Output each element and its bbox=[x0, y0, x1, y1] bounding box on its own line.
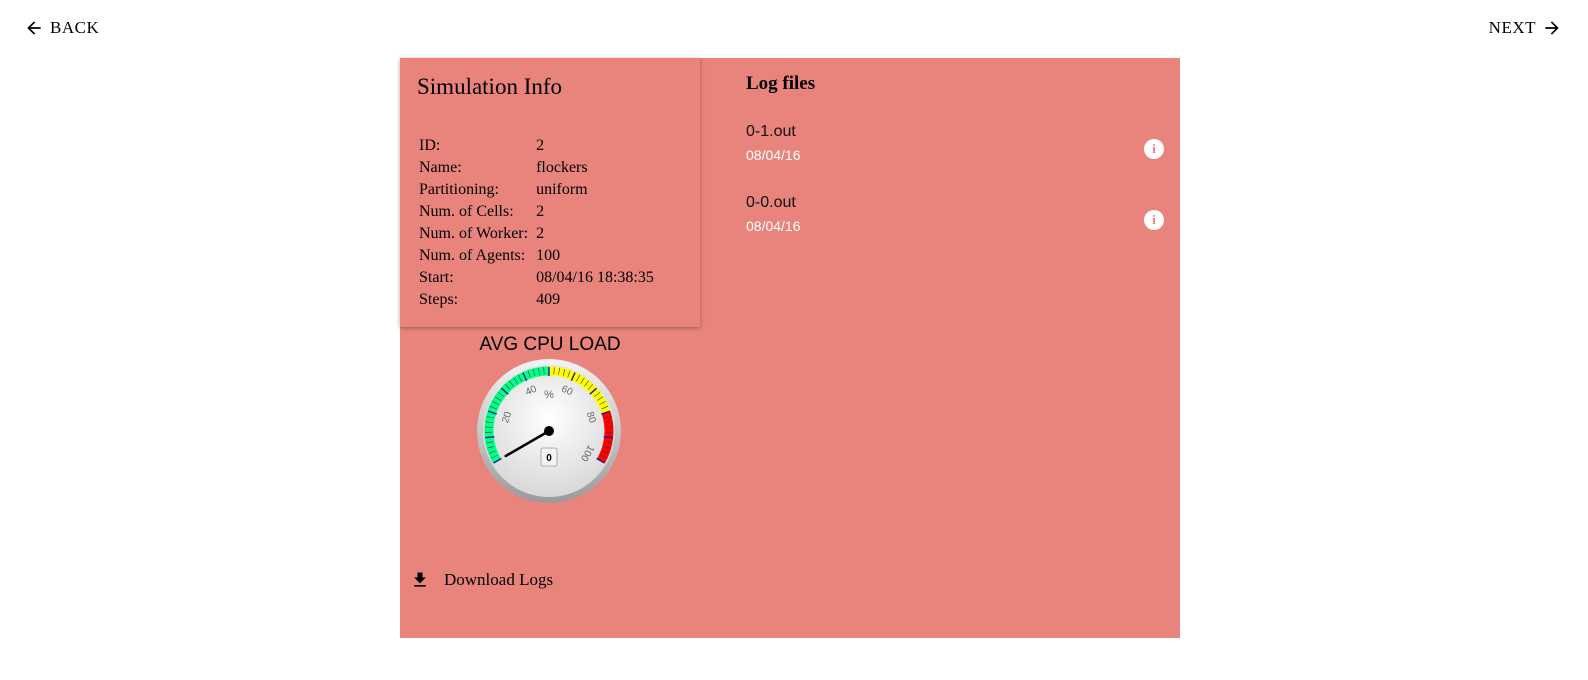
simulation-panel: Simulation Info ID: 2 Name: flockers Parti… bbox=[400, 58, 1180, 638]
info-value: 409 bbox=[536, 291, 561, 308]
info-row-agents: Num. of Agents: 100 bbox=[417, 245, 660, 267]
gauge-tick bbox=[485, 436, 495, 439]
gauge-unit: % bbox=[544, 389, 554, 401]
gauge-tick bbox=[603, 436, 613, 439]
log-file-item[interactable]: 0-1.out 08/04/16 i bbox=[746, 123, 1164, 175]
info-title: Simulation Info bbox=[417, 74, 563, 99]
log-files-heading: Log files bbox=[746, 73, 816, 94]
info-label: Name: bbox=[419, 159, 462, 176]
back-button[interactable]: BACK bbox=[24, 18, 99, 38]
arrow-right-icon bbox=[1545, 21, 1559, 35]
info-row-start: Start: 08/04/16 18:38:35 bbox=[417, 267, 660, 289]
log-file-name: 0-0.out bbox=[746, 194, 796, 211]
download-icon bbox=[414, 572, 426, 587]
info-row-cells: Num. of Cells: 2 bbox=[417, 201, 660, 223]
gauge-value: 0 bbox=[546, 453, 552, 464]
next-button[interactable]: NEXT bbox=[1489, 18, 1562, 38]
back-label: BACK bbox=[50, 18, 100, 37]
info-label: Start: bbox=[419, 269, 454, 286]
info-row-id: ID: 2 bbox=[417, 135, 660, 157]
info-value: 2 bbox=[536, 225, 545, 242]
log-file-date: 08/04/16 bbox=[746, 218, 801, 234]
download-label: Download Logs bbox=[444, 570, 554, 589]
info-value: 2 bbox=[536, 137, 545, 154]
info-icon[interactable]: i bbox=[1144, 139, 1164, 159]
download-logs-button[interactable]: Download Logs bbox=[410, 570, 553, 590]
info-value: 2 bbox=[536, 203, 545, 220]
next-label: NEXT bbox=[1488, 18, 1536, 37]
cpu-load-gauge: 2040 6080100 % 0 bbox=[477, 359, 621, 503]
info-value: 100 bbox=[536, 247, 561, 264]
info-label: Num. of Cells: bbox=[419, 203, 514, 220]
gauge-title: AVG CPU LOAD bbox=[479, 334, 621, 355]
simulation-info-card: Simulation Info ID: 2 Name: flockers Parti… bbox=[400, 58, 700, 327]
gauge-needle-hub bbox=[544, 426, 554, 436]
log-file-date: 08/04/16 bbox=[746, 147, 801, 163]
info-label: ID: bbox=[419, 137, 441, 154]
info-value: 08/04/16 18:38:35 bbox=[536, 269, 654, 286]
info-row-name: Name: flockers bbox=[417, 157, 660, 179]
arrow-left-icon bbox=[27, 21, 41, 35]
info-table: ID: 2 Name: flockers Partitioning: uniform … bbox=[417, 135, 660, 311]
info-row-steps: Steps: 409 bbox=[417, 289, 660, 311]
info-row-workers: Num. of Worker: 2 bbox=[417, 223, 660, 245]
info-icon[interactable]: i bbox=[1144, 210, 1164, 230]
log-file-item[interactable]: 0-0.out 08/04/16 i bbox=[746, 194, 1164, 246]
info-value: flockers bbox=[536, 159, 588, 176]
info-value: uniform bbox=[536, 181, 588, 198]
info-label: Partitioning: bbox=[419, 181, 499, 198]
info-label: Steps: bbox=[419, 291, 459, 308]
info-row-partitioning: Partitioning: uniform bbox=[417, 179, 660, 201]
info-label: Num. of Worker: bbox=[419, 225, 529, 242]
log-file-name: 0-1.out bbox=[746, 123, 796, 140]
info-label: Num. of Agents: bbox=[419, 247, 526, 264]
